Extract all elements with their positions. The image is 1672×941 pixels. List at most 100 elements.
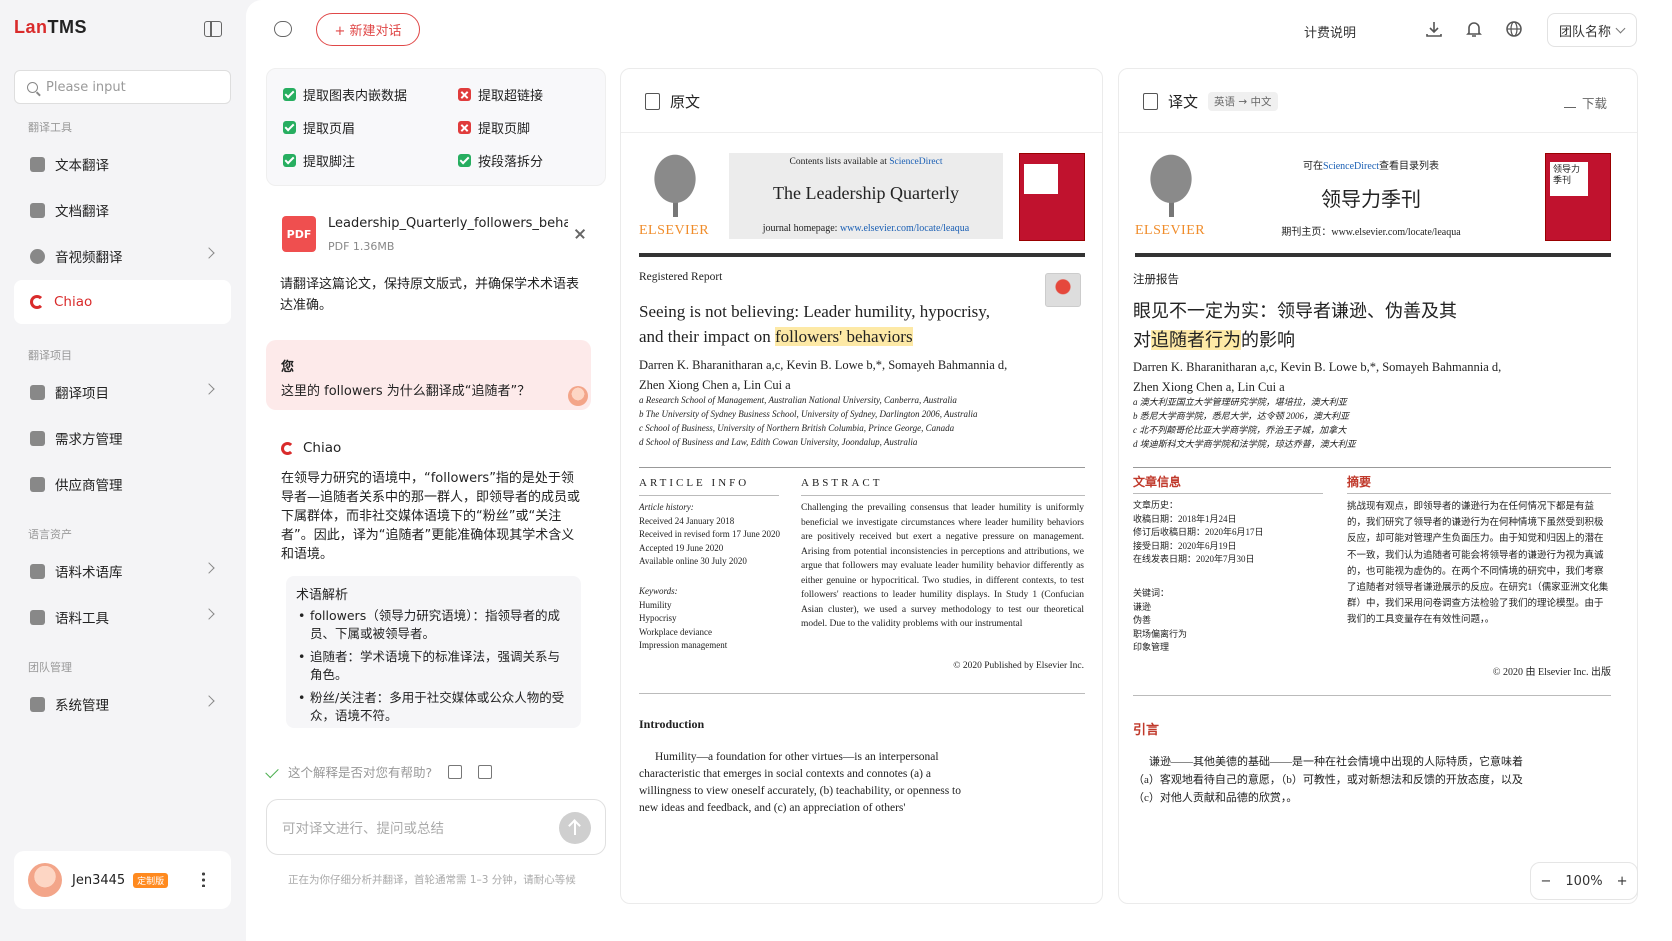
send-button[interactable] bbox=[559, 812, 591, 844]
bot-answer: 在领导力研究的语境中，“followers”指的是处于领导者—追随者关系中的那一… bbox=[281, 471, 581, 562]
chat-history-icon[interactable] bbox=[274, 21, 292, 37]
copyright: © 2020 由 Elsevier Inc. 出版 bbox=[1492, 667, 1611, 678]
option-paragraph-split[interactable]: 按段落拆分 bbox=[458, 151, 543, 170]
paper-title: Seeing is not believing: Leader humility… bbox=[639, 302, 990, 346]
term-item: 追随者：学术语境下的标准译法，强调关系与角色。 bbox=[296, 648, 571, 684]
thumbs-down-icon[interactable] bbox=[478, 764, 493, 779]
header-rule bbox=[639, 253, 1085, 257]
remove-file-icon[interactable] bbox=[574, 228, 586, 240]
report-type: 注册报告 bbox=[1133, 274, 1179, 286]
avatar bbox=[568, 386, 588, 406]
more-vertical-icon[interactable] bbox=[202, 871, 205, 887]
section-label-tools: 翻译工具 bbox=[28, 121, 72, 134]
sidebar-item-text-translation[interactable]: 文本翻译 bbox=[14, 142, 231, 186]
abstract-text: 挑战现有观点，即领导者的谦逊行为在任何情况下都是有益的，我们研究了领导者的谦逊行… bbox=[1347, 502, 1609, 626]
journal-cover: 领导力季刊 bbox=[1545, 153, 1611, 241]
download-icon[interactable] bbox=[1425, 20, 1443, 38]
project-stack-icon bbox=[30, 384, 45, 400]
section-label-team: 团队管理 bbox=[28, 661, 72, 674]
app-logo: LanTMS bbox=[14, 17, 88, 37]
system-grid-icon bbox=[30, 696, 45, 712]
new-chat-button[interactable]: + 新建对话 bbox=[316, 13, 420, 46]
cross-icon bbox=[458, 121, 471, 134]
sidebar-item-document-translation[interactable]: 文档翻译 bbox=[14, 188, 231, 232]
sidebar-item-projects[interactable]: 翻译项目 bbox=[14, 370, 231, 414]
copyright: © 2020 Published by Elsevier Inc. bbox=[953, 661, 1084, 671]
option-header[interactable]: 提取页眉 bbox=[283, 118, 355, 137]
sidebar-toggle-icon[interactable] bbox=[204, 21, 222, 37]
translation-title: 译文 英语 → 中文 bbox=[1143, 91, 1278, 112]
vendor-icon bbox=[30, 476, 45, 492]
document-icon bbox=[645, 93, 660, 110]
section-label-projects: 翻译项目 bbox=[28, 349, 72, 362]
option-footnotes[interactable]: 提取脚注 bbox=[283, 151, 355, 170]
section-label-assets: 语言资产 bbox=[28, 528, 72, 541]
introduction-text: 谦逊——其他美德的基础——是一种在社会情境中出现的人际特质，它意味着（a）客观地… bbox=[1133, 756, 1523, 804]
term-analysis-box: 术语解析 followers（领导力研究语境）：指领导者的成员、下属或被领导者。… bbox=[286, 576, 581, 728]
thumbs-up-icon[interactable] bbox=[448, 764, 463, 779]
translation-panel: 译文 英语 → 中文 下载 ELSEVIER 可在ScienceDirect查看目… bbox=[1118, 68, 1638, 904]
avatar bbox=[28, 863, 62, 897]
zoom-out-button[interactable]: − bbox=[1541, 874, 1552, 889]
globe-icon[interactable] bbox=[1505, 20, 1523, 38]
introduction-heading: 引言 bbox=[1133, 722, 1160, 737]
pdf-file-icon: PDF bbox=[282, 216, 316, 252]
media-icon bbox=[30, 248, 45, 264]
zoom-control: − 100% + bbox=[1530, 862, 1638, 900]
chiao-logo-icon bbox=[281, 441, 294, 455]
chevron-right-icon bbox=[203, 608, 215, 620]
chat-input[interactable]: 可对译文进行、提问或总结 bbox=[266, 799, 606, 855]
pricing-link[interactable]: 计费说明 bbox=[1304, 22, 1356, 41]
article-history: Article history: Received 24 January 2018… bbox=[639, 502, 780, 566]
paper-title: 眼见不一定为实：领导者谦逊、伪善及其 对追随者行为的影响 bbox=[1133, 301, 1457, 350]
option-hyperlinks[interactable]: 提取超链接 bbox=[458, 85, 543, 104]
download-button[interactable]: 下载 bbox=[1563, 93, 1607, 112]
termbase-icon bbox=[30, 563, 45, 579]
header-rule bbox=[1135, 253, 1611, 257]
term-item: followers（领导力研究语境）：指领导者的成员、下属或被领导者。 bbox=[296, 607, 571, 643]
original-panel: 原文 ELSEVIER Contents lists available at … bbox=[620, 68, 1103, 904]
chevron-right-icon bbox=[203, 562, 215, 574]
original-title: 原文 bbox=[645, 91, 700, 112]
sidebar-item-av-translation[interactable]: 音视频翻译 bbox=[14, 234, 231, 278]
journal-name: The Leadership Quarterly bbox=[773, 183, 959, 203]
elsevier-wordmark: ELSEVIER bbox=[639, 223, 710, 238]
keywords: Keywords: Humility Hypocrisy Workplace devi… bbox=[639, 586, 728, 650]
sidebar-item-system[interactable]: 系统管理 bbox=[14, 682, 231, 726]
sidebar-item-termbase[interactable]: 语料术语库 bbox=[14, 549, 231, 593]
processing-hint: 正在为你仔细分析并翻译，首轮通常需 1–3 分钟，请耐心等候 bbox=[288, 874, 576, 886]
sidebar-item-vendors[interactable]: 供应商管理 bbox=[14, 462, 231, 506]
zoom-in-button[interactable]: + bbox=[1617, 874, 1628, 889]
article-info-heading: ARTICLE INFO bbox=[639, 477, 750, 489]
elsevier-tree-logo bbox=[639, 153, 711, 221]
affiliations: a 澳大利亚国立大学管理研究学院，堪培拉，澳大利亚 b 悉尼大学商学院，悉尼大学，… bbox=[1133, 397, 1356, 449]
sidebar-search-input[interactable]: Please input bbox=[14, 70, 231, 104]
elsevier-wordmark: ELSEVIER bbox=[1135, 223, 1206, 238]
journal-name: 领导力季刊 bbox=[1321, 189, 1421, 211]
journal-banner: Contents lists available at ScienceDirec… bbox=[729, 153, 1003, 239]
paper-authors: Darren K. Bharanitharan a,c, Kevin B. Lo… bbox=[639, 358, 1008, 392]
search-icon bbox=[27, 81, 38, 93]
user-request: 请翻译这篇论文，保持原文版式，并确保学术术语表达准确。 bbox=[280, 277, 580, 313]
sidebar-item-corpus-tools[interactable]: 语料工具 bbox=[14, 595, 231, 639]
sidebar-item-chiao[interactable]: Chiao bbox=[14, 280, 231, 324]
chiao-logo-icon bbox=[30, 295, 44, 309]
chevron-right-icon bbox=[203, 695, 215, 707]
affiliations: a Research School of Management, Austral… bbox=[639, 395, 978, 447]
option-chart-data[interactable]: 提取图表内嵌数据 bbox=[283, 85, 407, 104]
sidebar-item-clients[interactable]: 需求方管理 bbox=[14, 416, 231, 460]
bot-name: Chiao bbox=[281, 440, 341, 456]
document-icon bbox=[1143, 93, 1158, 110]
journal-banner: 可在ScienceDirect查看目录列表 领导力季刊 期刊主页：www.els… bbox=[1223, 153, 1519, 239]
chevron-down-icon bbox=[1615, 23, 1626, 34]
article-info-heading: 文章信息 bbox=[1133, 475, 1182, 489]
user-card[interactable]: Jen3445 定制版 bbox=[14, 851, 231, 909]
introduction-text: Humility—a foundation for other virtues—… bbox=[639, 751, 962, 814]
team-selector[interactable]: 团队名称 bbox=[1547, 13, 1637, 47]
option-footer[interactable]: 提取页脚 bbox=[458, 118, 530, 137]
text-translate-icon bbox=[30, 156, 45, 172]
report-type: Registered Report bbox=[639, 271, 723, 283]
bell-icon[interactable] bbox=[1465, 20, 1483, 38]
download-icon bbox=[1563, 98, 1576, 108]
document-icon bbox=[30, 202, 45, 218]
